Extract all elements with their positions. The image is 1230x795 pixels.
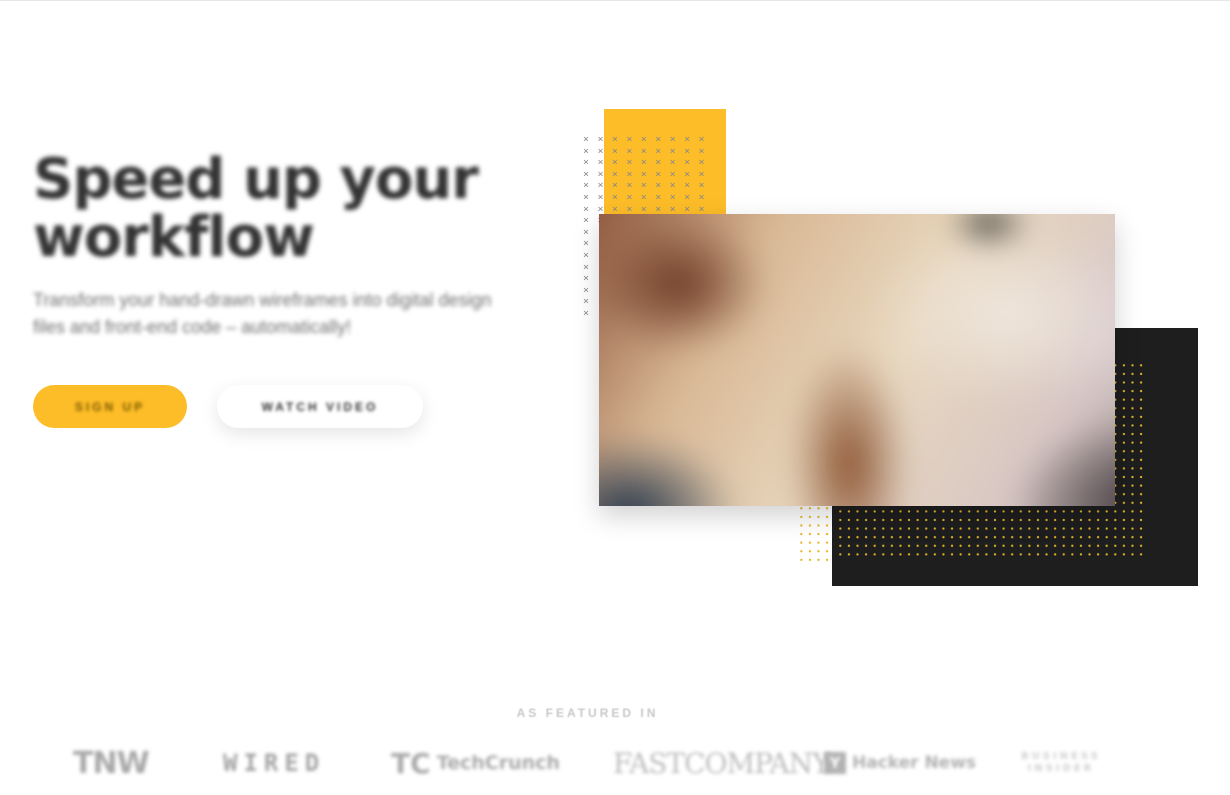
- press-logos: TNW WIRED TC TechCrunch FASTCOMPANY Y Ha…: [73, 743, 1113, 783]
- hackernews-logo: Y Hacker News: [824, 743, 976, 783]
- sign-up-button-label: SIGN UP: [74, 399, 146, 414]
- watch-video-button-label: WATCH VIDEO: [261, 399, 379, 414]
- hero-text: Speed up your workflow Transform your ha…: [33, 151, 553, 341]
- tnw-logo: TNW: [73, 745, 150, 781]
- sign-up-button[interactable]: SIGN UP: [33, 385, 187, 428]
- techcrunch-logo: TC TechCrunch: [391, 746, 560, 780]
- decor-dot-grid-small: [797, 504, 833, 562]
- fastcompany-logo: FASTCOMPANY: [613, 746, 831, 780]
- featured-label: AS FEATURED IN: [516, 706, 659, 720]
- hero-image: [599, 214, 1115, 506]
- hero-headline: Speed up your workflow: [33, 147, 479, 270]
- business-insider-logo: BUSINESS INSIDER: [1021, 751, 1101, 774]
- cta-row: SIGN UP WATCH VIDEO: [33, 385, 423, 428]
- hero-subtitle: Transform your hand-drawn wireframes int…: [33, 290, 492, 337]
- wired-logo: WIRED: [223, 749, 326, 777]
- watch-video-button[interactable]: WATCH VIDEO: [217, 385, 423, 428]
- landing-page: Speed up your workflow Transform your ha…: [0, 0, 1230, 795]
